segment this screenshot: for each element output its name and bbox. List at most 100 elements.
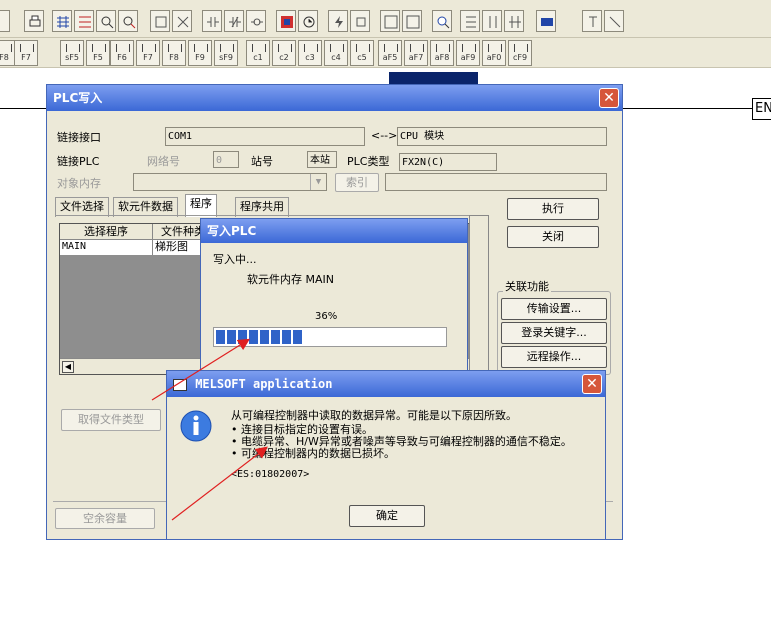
table-vscrollbar[interactable]	[469, 215, 489, 375]
toolbar-read-icon[interactable]	[150, 10, 170, 32]
toolbar-print-icon[interactable]	[24, 10, 44, 32]
toolbar-grid2-icon[interactable]	[482, 10, 502, 32]
progress-detail: 软元件内存 MAIN	[247, 273, 334, 286]
target-memory-select[interactable]: ▼	[133, 173, 327, 191]
register-keyword-button[interactable]: 登录关键字...	[501, 322, 607, 344]
tab-file-select[interactable]: 文件选择	[55, 197, 109, 217]
tab-program-common[interactable]: 程序共用	[235, 197, 289, 217]
fkey-4[interactable]: F6	[110, 40, 134, 66]
station-label: 站号	[251, 155, 273, 168]
fkey-11[interactable]: c3	[298, 40, 322, 66]
fkey-1[interactable]: F7	[14, 40, 38, 66]
fkey-10[interactable]: c2	[272, 40, 296, 66]
fkey-8[interactable]: sF9	[214, 40, 238, 66]
fkey-14[interactable]: aF5	[378, 40, 402, 66]
write-progress-dialog: 写入PLC 写入中... 软元件内存 MAIN 36%	[200, 218, 468, 390]
tab-panel-border	[55, 215, 489, 216]
plc-write-titlebar: PLC写入 ✕	[47, 85, 622, 111]
melsoft-titlebar: MELSOFT application ✕	[167, 371, 605, 397]
melsoft-error-dialog: MELSOFT application ✕ 从可编程控制器中读取的数据异常。可能…	[166, 370, 606, 540]
toolbar-network-icon[interactable]	[74, 10, 94, 32]
write-progress-titlebar: 写入PLC	[201, 219, 467, 243]
progress-segment	[260, 330, 269, 344]
tab-program[interactable]: 程序	[185, 194, 217, 217]
scroll-left-icon[interactable]: ◀	[62, 361, 74, 373]
toolbar-contact-icon[interactable]	[202, 10, 222, 32]
progress-segment	[282, 330, 291, 344]
fkey-12[interactable]: c4	[324, 40, 348, 66]
station-field: 本站	[307, 151, 337, 168]
fkey-18[interactable]: aF0	[482, 40, 506, 66]
write-progress-title: 写入PLC	[207, 224, 257, 238]
cursor-highlight	[389, 72, 478, 84]
plc-write-close-button[interactable]: ✕	[599, 88, 619, 108]
fkey-3[interactable]: F5	[86, 40, 110, 66]
error-message-line4: • 可编程控制器内的数据已损坏。	[231, 447, 395, 460]
toolbar-grid3-icon[interactable]	[504, 10, 524, 32]
toolbar-ladder-icon[interactable]	[52, 10, 72, 32]
ok-button[interactable]: 确定	[349, 505, 425, 527]
plc-write-title: PLC写入	[53, 91, 103, 105]
execute-button[interactable]: 执行	[507, 198, 599, 220]
progress-segment	[238, 330, 247, 344]
connection-plc-label: 链接PLC	[57, 155, 100, 168]
table-header-select[interactable]: 选择程序	[60, 224, 153, 240]
fkey-16[interactable]: aF8	[430, 40, 454, 66]
transfer-settings-button[interactable]: 传输设置...	[501, 298, 607, 320]
close-button[interactable]: 关闭	[507, 226, 599, 248]
ladder-rung-left	[0, 108, 46, 109]
toolbar-clock-icon[interactable]	[298, 10, 318, 32]
fkey-7[interactable]: F9	[188, 40, 212, 66]
toolbar-flash-icon[interactable]	[328, 10, 348, 32]
end-instruction: EN	[752, 98, 771, 120]
index-button[interactable]: 索引	[335, 173, 379, 192]
toolbar-contact-b-icon[interactable]	[224, 10, 244, 32]
toolbar-device-icon[interactable]	[276, 10, 296, 32]
error-code: <ES:01802007>	[231, 469, 310, 480]
fkey-6[interactable]: F8	[162, 40, 186, 66]
toolbar-tool2-icon[interactable]	[604, 10, 624, 32]
info-icon	[179, 409, 213, 443]
fkey-13[interactable]: c5	[350, 40, 374, 66]
toolbar-list-icon[interactable]	[0, 10, 10, 32]
toolbar-screen-icon[interactable]	[536, 10, 556, 32]
connection-arrow: <-->	[371, 129, 398, 142]
table-row-program[interactable]: MAIN	[60, 240, 153, 255]
toolbar-window2-icon[interactable]	[402, 10, 422, 32]
toolbar-monitor-icon[interactable]	[118, 10, 138, 32]
related-functions-label: 关联功能	[503, 278, 551, 294]
fkey-15[interactable]: aF7	[404, 40, 428, 66]
fkey-9[interactable]: c1	[246, 40, 270, 66]
index-field	[385, 173, 607, 191]
main-toolbar	[0, 0, 771, 38]
chevron-down-icon: ▼	[310, 174, 326, 190]
function-key-toolbar: F8 F7 sF5 F5 F6 F7 F8 F9 sF9 c1 c2 c3 c4…	[0, 38, 771, 68]
melsoft-title: MELSOFT application	[195, 377, 333, 391]
fkey-2[interactable]: sF5	[60, 40, 84, 66]
plc-type-label: PLC类型	[347, 155, 390, 168]
fkey-19[interactable]: cF9	[508, 40, 532, 66]
progress-status: 写入中...	[213, 253, 257, 266]
toolbar-window-icon[interactable]	[380, 10, 400, 32]
remote-operation-button[interactable]: 远程操作...	[501, 346, 607, 368]
toolbar-write-icon[interactable]	[172, 10, 192, 32]
progress-segment	[216, 330, 225, 344]
tab-device-data[interactable]: 软元件数据	[113, 197, 178, 217]
toolbar-grid-icon[interactable]	[460, 10, 480, 32]
free-capacity-button[interactable]: 空余容量	[55, 508, 155, 529]
progress-segment	[293, 330, 302, 344]
connection-interface-field: COM1	[165, 127, 365, 146]
toolbar-step-icon[interactable]	[350, 10, 370, 32]
fkey-5[interactable]: F7	[136, 40, 160, 66]
toolbar-search-icon[interactable]	[432, 10, 452, 32]
toolbar-zoom-icon[interactable]	[96, 10, 116, 32]
toolbar-tool-icon[interactable]	[582, 10, 602, 32]
toolbar-coil-icon[interactable]	[246, 10, 266, 32]
fkey-17[interactable]: aF9	[456, 40, 480, 66]
get-file-type-button[interactable]: 取得文件类型	[61, 409, 161, 431]
network-no-label: 网络号	[147, 155, 180, 168]
progress-segment	[227, 330, 236, 344]
cpu-module-field: CPU 模块	[397, 127, 607, 146]
progress-bar	[213, 327, 447, 347]
melsoft-close-button[interactable]: ✕	[582, 374, 602, 394]
